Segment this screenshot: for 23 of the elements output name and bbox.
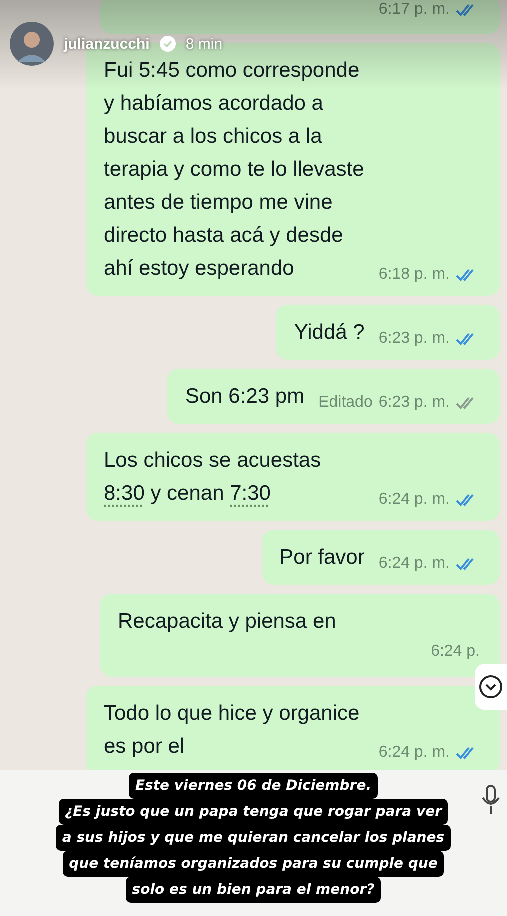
time-link[interactable]: 7:30	[230, 482, 271, 505]
message-time: 6:24 p. m.	[378, 744, 450, 762]
avatar[interactable]	[10, 22, 54, 66]
message-time: 6:24 p.	[431, 643, 480, 661]
message-time: 6:23 p. m.	[378, 394, 450, 412]
time-link[interactable]: 8:30	[104, 482, 145, 505]
message-text: Recapacita y piensa en	[118, 609, 338, 635]
message-text: Todo lo que hice y organice es por el	[104, 701, 361, 760]
message-time: 6:24 p. m.	[378, 490, 450, 508]
edited-label: Editado	[318, 394, 373, 412]
message-text: Yiddá ?	[294, 320, 365, 346]
chevron-down-icon	[479, 675, 503, 699]
message-text: Por favor	[280, 545, 365, 571]
message-time: 6:18 p. m.	[378, 266, 450, 284]
message-time: 6:24 p. m.	[378, 554, 450, 572]
message-time: 6:23 p. m.	[378, 330, 450, 348]
message-text: Son 6:23 pm	[185, 384, 305, 410]
post-age: 8 min	[186, 36, 223, 52]
message-time: 6:17 p. m.	[378, 1, 450, 19]
microphone-icon[interactable]	[481, 784, 501, 816]
message-text: Fui 5:45 como corresponde y habíamos acordado a buscar a los chicos a la terapia y como te lo llevaste antes de tiempo me vine directo hasta acá y desde ahí estoy esperando	[104, 58, 365, 282]
scroll-down-button[interactable]	[475, 664, 507, 710]
message-text: Los chicos se acuestas 8:30 y cenan 7:30	[104, 448, 322, 507]
